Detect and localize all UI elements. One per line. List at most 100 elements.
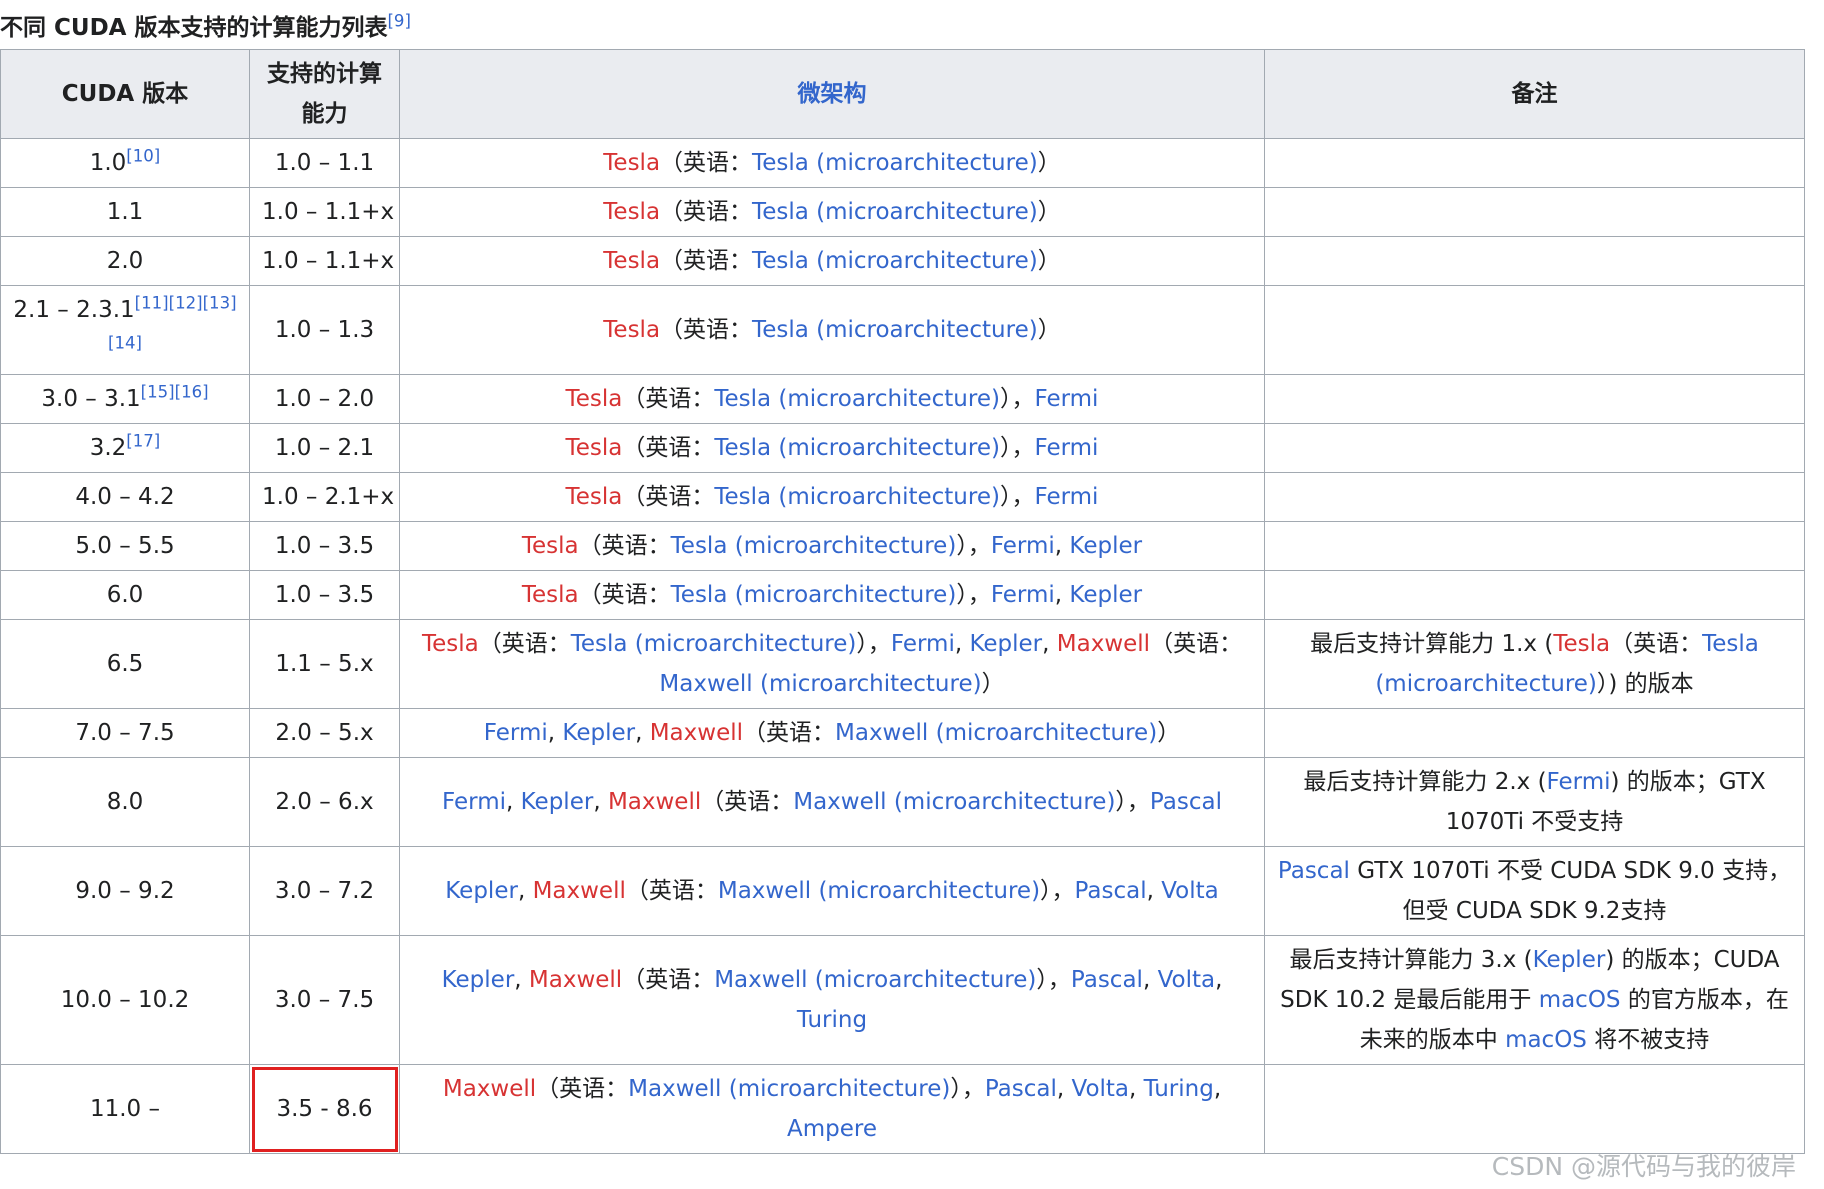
maxwell-link[interactable]: Maxwell — [650, 720, 743, 746]
compute-capability-text: 1.0 – 1.1+x — [262, 199, 395, 225]
tesla-microarchitecture-link[interactable]: Tesla (microarchitecture) — [671, 582, 957, 608]
cell-compute-capability: 1.0 – 3.5 — [249, 521, 400, 571]
tesla-link[interactable]: Tesla — [522, 533, 579, 559]
fermi-link[interactable]: Fermi — [1547, 769, 1611, 795]
tesla-link[interactable]: Tesla — [603, 150, 660, 176]
fermi-link[interactable]: Fermi — [484, 720, 548, 746]
tesla-link[interactable]: Tesla — [522, 582, 579, 608]
cell-compute-capability: 1.0 – 2.0 — [249, 374, 400, 424]
caption-reference-link[interactable]: [9] — [387, 11, 410, 30]
macos-link[interactable]: macOS — [1539, 987, 1621, 1013]
tesla-link[interactable]: Tesla — [422, 631, 479, 657]
fermi-link[interactable]: Fermi — [991, 582, 1055, 608]
tesla-microarchitecture-link[interactable]: Tesla (microarchitecture) — [752, 199, 1038, 225]
tesla-microarchitecture-link[interactable]: Tesla (microarchitecture) — [752, 248, 1038, 274]
compute-capability-text: 1.0 – 1.1 — [274, 150, 375, 176]
tesla-link[interactable]: Tesla — [603, 317, 660, 343]
table-row: 6.5 1.1 – 5.x Tesla（英语：Tesla (microarchite… — [0, 619, 1805, 709]
compute-capability-text: 1.0 – 2.1+x — [262, 484, 395, 510]
tesla-microarchitecture-link[interactable]: Tesla (microarchitecture) — [714, 386, 1000, 412]
microarchitecture-text: , — [954, 631, 970, 657]
fermi-link[interactable]: Fermi — [891, 631, 955, 657]
kepler-link[interactable]: Kepler — [445, 878, 518, 904]
cell-microarchitecture: Fermi, Kepler, Maxwell（英语：Maxwell (micro… — [399, 708, 1265, 758]
maxwell-microarchitecture-link[interactable]: Maxwell (microarchitecture) — [718, 878, 1040, 904]
maxwell-microarchitecture-link[interactable]: Maxwell (microarchitecture) — [628, 1076, 950, 1102]
tesla-link[interactable]: Tesla — [1553, 631, 1610, 657]
fermi-link[interactable]: Fermi — [1034, 435, 1098, 461]
header-microarchitecture-link[interactable]: 微架构 — [399, 49, 1265, 139]
cell-cuda-version: 5.0 – 5.5 — [0, 521, 250, 571]
tesla-microarchitecture-link[interactable]: Tesla (microarchitecture) — [671, 533, 957, 559]
microarchitecture-text: （英语： — [578, 582, 671, 608]
kepler-link[interactable]: Kepler — [562, 720, 635, 746]
kepler-link[interactable]: Kepler — [1533, 947, 1606, 973]
cell-notes — [1264, 138, 1805, 188]
microarchitecture-text: （英语： — [536, 1076, 629, 1102]
tesla-microarchitecture-link[interactable]: Tesla (microarchitecture) — [714, 435, 1000, 461]
microarchitecture-text: , — [506, 789, 521, 815]
table-row: 1.1 1.0 – 1.1+x Tesla（英语：Tesla (microarchi… — [0, 187, 1805, 237]
tesla-link[interactable]: Tesla — [603, 248, 660, 274]
cuda-version-text: 2.0 — [106, 248, 144, 274]
kepler-link[interactable]: Kepler — [1069, 533, 1142, 559]
macos-link[interactable]: macOS — [1505, 1027, 1587, 1053]
cell-notes: 最后支持计算能力 2.x (Fermi) 的版本；GTX 1070Ti 不受支持 — [1264, 757, 1805, 847]
tesla-microarchitecture-link[interactable]: Tesla (microarchitecture) — [752, 317, 1038, 343]
maxwell-link[interactable]: Maxwell — [443, 1076, 536, 1102]
volta-link[interactable]: Volta — [1161, 878, 1219, 904]
table-row: 11.0 – 3.5 - 8.6 Maxwell（英语：Maxwell (micro… — [0, 1064, 1805, 1154]
fermi-link[interactable]: Fermi — [1034, 386, 1098, 412]
cell-notes: 最后支持计算能力 1.x (Tesla（英语：Tesla (microarchi… — [1264, 619, 1805, 709]
tesla-link[interactable]: Tesla — [566, 386, 623, 412]
kepler-link[interactable]: Kepler — [442, 967, 515, 993]
compute-capability-text: 1.0 – 2.1 — [274, 435, 375, 461]
table-row: 4.0 – 4.2 1.0 – 2.1+x Tesla（英语：Tesla (micr… — [0, 472, 1805, 522]
cell-microarchitecture: Tesla（英语：Tesla (microarchitecture)） — [399, 236, 1265, 286]
microarchitecture-text: （英语： — [1150, 631, 1243, 657]
tesla-microarchitecture-link[interactable]: Tesla (microarchitecture) — [752, 150, 1038, 176]
maxwell-link[interactable]: Maxwell — [533, 878, 626, 904]
fermi-link[interactable]: Fermi — [442, 789, 506, 815]
tesla-microarchitecture-link[interactable]: Tesla (microarchitecture) — [714, 484, 1000, 510]
cell-notes — [1264, 1064, 1805, 1154]
maxwell-microarchitecture-link[interactable]: Maxwell (microarchitecture) — [714, 967, 1036, 993]
fermi-link[interactable]: Fermi — [991, 533, 1055, 559]
version-reference-link[interactable]: [15][16] — [141, 382, 209, 401]
turing-link[interactable]: Turing — [1144, 1076, 1214, 1102]
tesla-link[interactable]: Tesla — [566, 484, 623, 510]
volta-link[interactable]: Volta — [1072, 1076, 1130, 1102]
maxwell-link[interactable]: Maxwell — [1057, 631, 1150, 657]
kepler-link[interactable]: Kepler — [521, 789, 594, 815]
version-reference-link[interactable]: [10] — [126, 146, 160, 165]
table-body: 1.0[10] 1.0 – 1.1 Tesla（英语：Tesla (microarc… — [0, 138, 1805, 1154]
kepler-link[interactable]: Kepler — [1069, 582, 1142, 608]
maxwell-microarchitecture-link[interactable]: Maxwell (microarchitecture) — [659, 671, 981, 697]
maxwell-microarchitecture-link[interactable]: Maxwell (microarchitecture) — [793, 789, 1115, 815]
table-caption: 不同 CUDA 版本支持的计算能力列表[9] — [0, 8, 411, 42]
fermi-link[interactable]: Fermi — [1034, 484, 1098, 510]
microarchitecture-text: ） — [1037, 150, 1061, 176]
volta-link[interactable]: Volta — [1158, 967, 1216, 993]
tesla-microarchitecture-link[interactable]: Tesla (microarchitecture) — [571, 631, 857, 657]
tesla-link[interactable]: Tesla — [566, 435, 623, 461]
cell-cuda-version: 8.0 — [0, 757, 250, 847]
pascal-link[interactable]: Pascal — [1150, 789, 1222, 815]
maxwell-microarchitecture-link[interactable]: Maxwell (microarchitecture) — [835, 720, 1157, 746]
maxwell-link[interactable]: Maxwell — [608, 789, 701, 815]
version-reference-link[interactable]: [17] — [126, 431, 160, 450]
tesla-link[interactable]: Tesla — [603, 199, 660, 225]
cell-microarchitecture: Tesla（英语：Tesla (microarchitecture)），Ferm… — [399, 570, 1265, 620]
cell-cuda-version: 10.0 – 10.2 — [0, 935, 250, 1065]
maxwell-link[interactable]: Maxwell — [529, 967, 622, 993]
pascal-link[interactable]: Pascal — [1075, 878, 1147, 904]
pascal-link[interactable]: Pascal — [985, 1076, 1057, 1102]
ampere-link[interactable]: Ampere — [787, 1116, 877, 1142]
turing-link[interactable]: Turing — [797, 1007, 867, 1033]
table-caption-text: 不同 CUDA 版本支持的计算能力列表 — [0, 15, 388, 41]
pascal-link[interactable]: Pascal — [1071, 967, 1143, 993]
table-header-row: CUDA 版本 支持的计算能力 微架构 备注 — [0, 49, 1805, 139]
microarchitecture-text: , — [517, 878, 533, 904]
pascal-link[interactable]: Pascal — [1278, 858, 1350, 884]
kepler-link[interactable]: Kepler — [969, 631, 1042, 657]
